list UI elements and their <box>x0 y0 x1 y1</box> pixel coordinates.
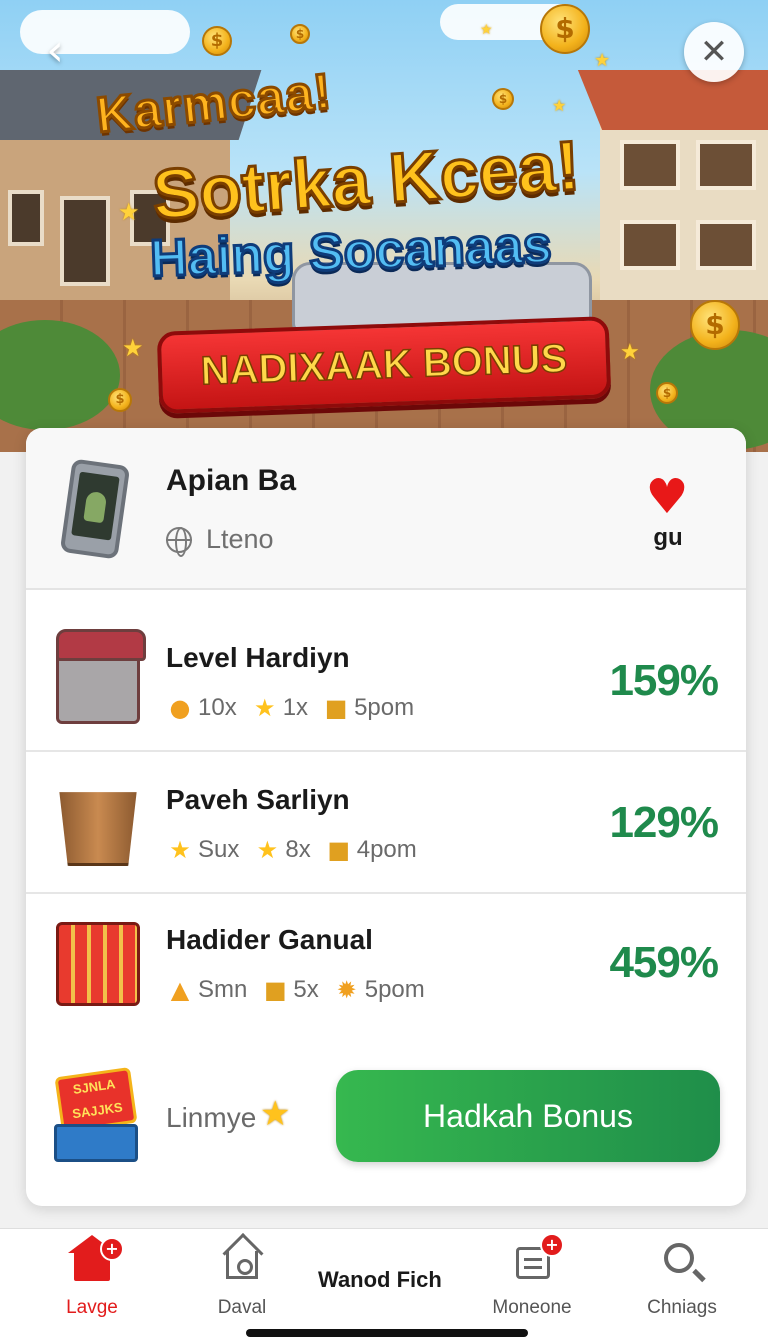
coin-icon: $ <box>290 24 310 44</box>
close-button[interactable]: ✕ <box>684 22 744 82</box>
offer-row[interactable]: Hadider Ganual ▲ Smn ■ 5x ✹ 5pom 459% <box>26 894 746 1034</box>
offer-meta-value: 5pom <box>364 976 425 1003</box>
card-subtitle: Lteno <box>206 524 274 554</box>
nav-item-daval[interactable]: Daval <box>182 1239 302 1329</box>
box-icon: ■ <box>327 836 351 864</box>
box-icon: ■ <box>324 694 348 722</box>
document-icon: + <box>510 1233 564 1283</box>
card-title: Apian Ba <box>166 464 297 497</box>
bottom-nav: + Lavge Daval Wanod Fich + Moneone Chnia… <box>0 1228 768 1344</box>
home-icon: + <box>68 1235 124 1283</box>
offer-meta: ★ Sux ★ 8x ■ 4pom <box>166 836 431 864</box>
house-outline-icon <box>220 1239 264 1283</box>
offer-meta-value: 10x <box>198 694 237 721</box>
offer-meta-value: Smn <box>198 976 248 1003</box>
nav-label: Moneone <box>492 1297 572 1318</box>
notification-badge: + <box>540 1233 564 1257</box>
nav-item-home[interactable]: + Lavge <box>32 1235 152 1329</box>
offer-row[interactable]: Paveh Sarliyn ★ Sux ★ 8x ■ 4pom 129% <box>26 754 746 894</box>
basket-icon <box>56 922 140 1006</box>
nav-item-search[interactable]: Chniags <box>622 1239 742 1329</box>
nav-label: Chniags <box>647 1297 717 1318</box>
star-icon: ★ <box>169 836 191 864</box>
star-icon: ★ <box>256 836 279 864</box>
offer-percent: 159% <box>609 656 719 705</box>
offer-name: Paveh Sarliyn <box>166 784 350 815</box>
likes-count: gu <box>653 524 683 551</box>
offer-meta-value: Sux <box>198 836 240 863</box>
ticket-icon: ▲ <box>170 976 190 1004</box>
action-row: SJNLA SAJJKS Linmye ★ Hadkah Bonus <box>26 1064 746 1184</box>
coin-icon: $ <box>540 4 590 54</box>
notification-badge: + <box>100 1237 124 1261</box>
offer-meta: ▲ Smn ■ 5x ✹ 5pom <box>166 976 439 1004</box>
nav-item-moneone[interactable]: + Moneone <box>472 1233 592 1329</box>
star-icon: ★ <box>552 96 567 115</box>
sun-icon: ✹ <box>336 976 357 1004</box>
nav-label: Daval <box>217 1297 267 1318</box>
offer-percent: 459% <box>609 938 719 987</box>
offer-meta-value: 5pom <box>354 694 415 721</box>
search-icon <box>660 1239 704 1283</box>
nav-item-center[interactable]: Wanod Fich <box>318 1267 442 1293</box>
bucket-icon <box>59 792 137 866</box>
bonus-banner: NADIXAAK BONUS <box>156 316 612 414</box>
star-icon: ★ <box>480 22 493 38</box>
star-icon: ★ <box>594 50 611 71</box>
phone-icon <box>59 458 131 560</box>
heart-icon[interactable]: ♥ <box>642 472 692 522</box>
coin-icon: $ <box>202 26 232 56</box>
house-right-illustration <box>577 70 768 300</box>
chevron-left-icon: ‹ <box>46 25 64 76</box>
offer-meta-value: 8x <box>285 836 311 863</box>
offer-meta: ● 10x ★ 1x ■ 5pom <box>166 694 428 722</box>
hero-banner: $ $ $ $ $ $ $ ★ ★ ★ ★ ★ ★ Karmcaa! Sotrk… <box>0 0 768 452</box>
nav-label: Lavge <box>66 1297 118 1318</box>
coin-icon: ● <box>169 694 191 722</box>
coin-icon: $ <box>108 388 132 412</box>
offer-meta-value: 5x <box>293 976 319 1003</box>
star-icon: ★ <box>620 340 640 365</box>
treasure-chest-icon <box>56 629 146 724</box>
offer-percent: 129% <box>609 798 719 847</box>
offer-meta-value: 1x <box>282 694 309 721</box>
star-icon: ★ <box>260 1094 291 1134</box>
offer-card: Apian Ba Lteno ♥ gu Level Hardiyn ● 10x … <box>26 428 746 1206</box>
star-icon: ★ <box>118 198 140 226</box>
coin-icon: $ <box>690 300 740 350</box>
globe-icon <box>166 527 192 557</box>
coin-icon: $ <box>656 382 678 404</box>
promo-box-icon: SJNLA SAJJKS <box>54 1066 138 1164</box>
home-indicator <box>246 1329 528 1337</box>
star-icon: ★ <box>122 334 144 362</box>
offer-row[interactable]: Level Hardiyn ● 10x ★ 1x ■ 5pom 159% <box>26 612 746 752</box>
offer-meta-value: 4pom <box>356 836 417 863</box>
back-button[interactable]: ‹ <box>30 26 80 76</box>
claim-bonus-button[interactable]: Hadkah Bonus <box>336 1070 720 1162</box>
offer-name: Level Hardiyn <box>166 642 350 673</box>
box-icon: ■ <box>264 976 287 1004</box>
card-header: Apian Ba Lteno ♥ gu <box>26 428 746 590</box>
close-icon: ✕ <box>699 32 729 72</box>
offer-name: Hadider Ganual <box>166 924 373 955</box>
coin-icon: $ <box>492 88 514 110</box>
limit-label: Linmye <box>166 1102 257 1133</box>
star-icon: ★ <box>253 694 276 722</box>
